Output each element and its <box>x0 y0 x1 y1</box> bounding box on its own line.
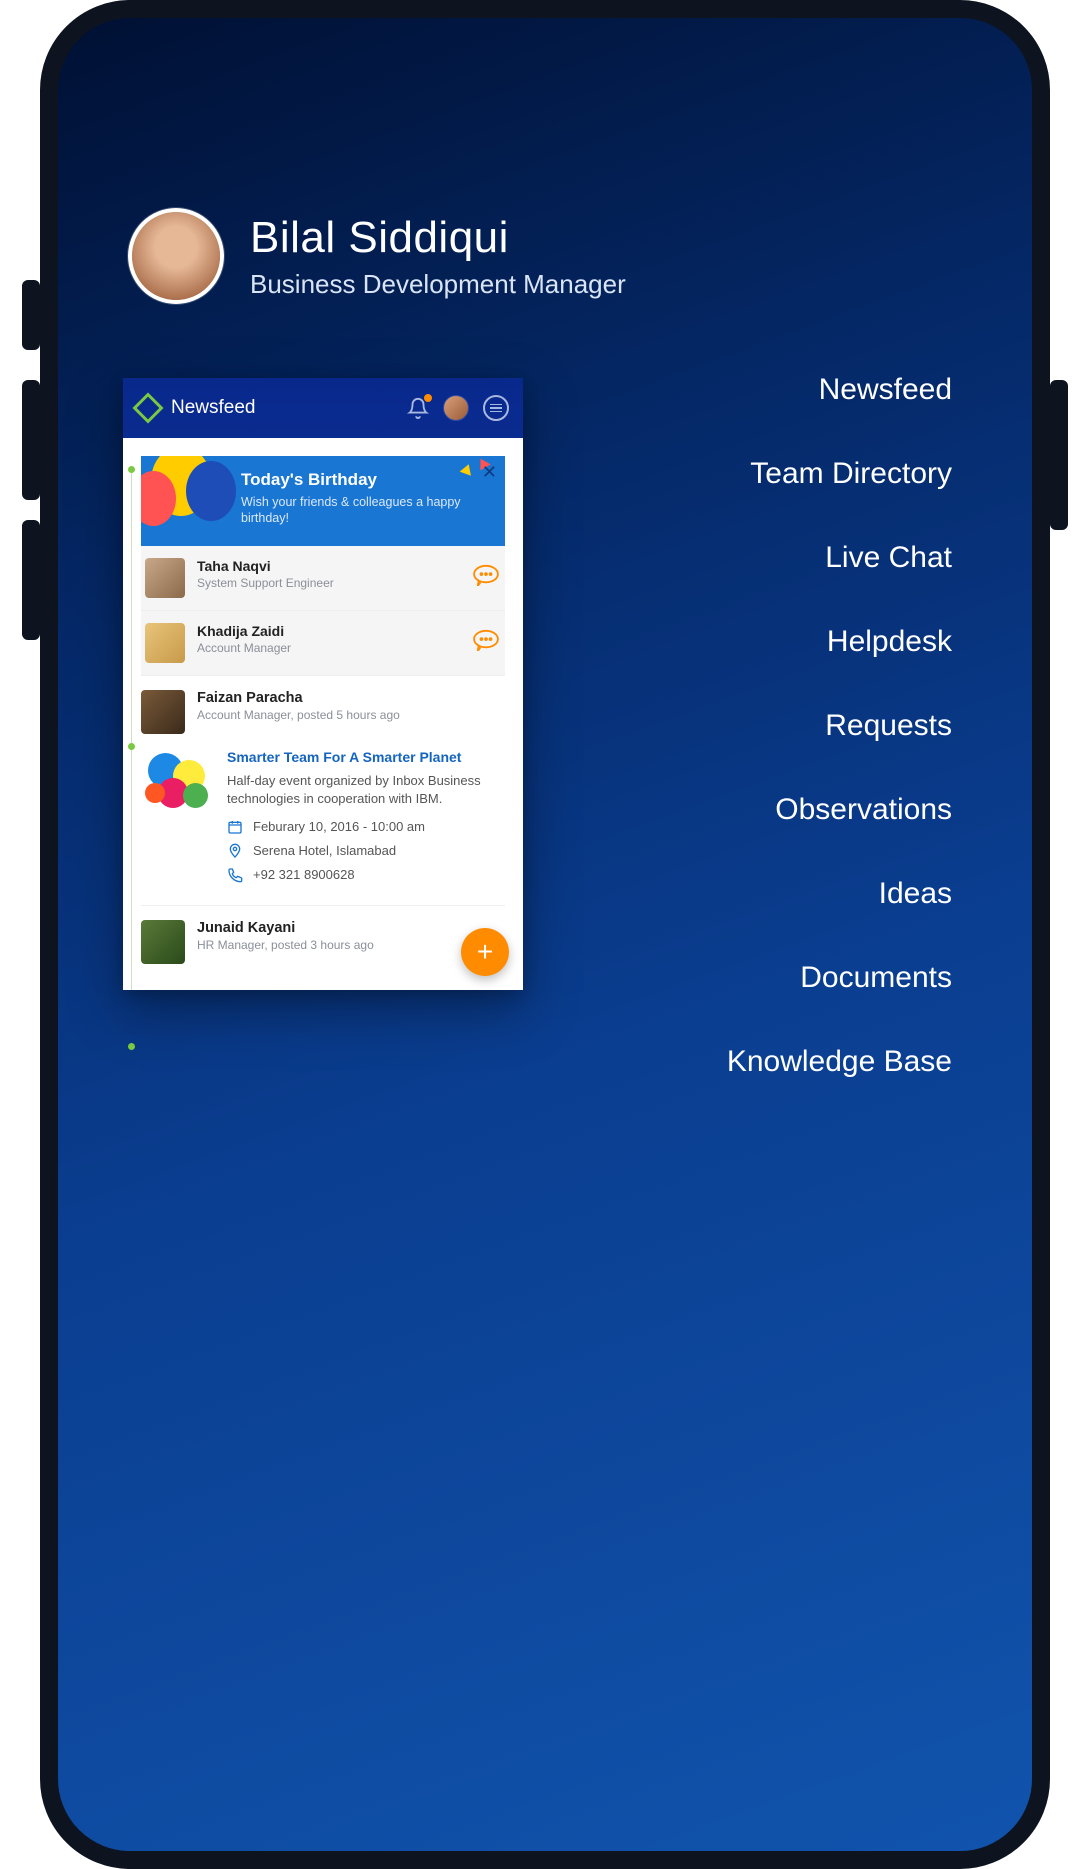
post-author-name: Junaid Kayani <box>197 920 374 936</box>
post-meta: HR Manager, posted 3 hours ago <box>197 938 374 952</box>
menu-item-observations[interactable]: Observations <box>727 793 952 827</box>
birthday-subtitle: Wish your friends & colleagues a happy b… <box>241 494 489 527</box>
menu-item-documents[interactable]: Documents <box>727 961 952 995</box>
profile-role: Business Development Manager <box>250 269 626 300</box>
hamburger-icon[interactable] <box>483 395 509 421</box>
post-location: Serena Hotel, Islamabad <box>253 843 396 858</box>
newsfeed-header: Newsfeed <box>123 378 523 438</box>
newsfeed-panel: Newsfeed ✕ Today's Birthday <box>123 378 523 990</box>
post-author-name: Faizan Paracha <box>197 690 400 706</box>
birthday-person[interactable]: Khadija Zaidi Account Manager <box>141 611 505 675</box>
person-name: Khadija Zaidi <box>197 623 459 639</box>
profile-avatar[interactable] <box>128 208 224 304</box>
menu-item-ideas[interactable]: Ideas <box>727 877 952 911</box>
main-menu: Newsfeed Team Directory Live Chat Helpde… <box>727 373 952 1129</box>
post-phone: +92 321 8900628 <box>253 867 355 882</box>
post-date-row: Feburary 10, 2016 - 10:00 am <box>227 819 501 835</box>
volume-button[interactable] <box>22 280 40 350</box>
post-date: Feburary 10, 2016 - 10:00 am <box>253 819 425 834</box>
post-description: Half-day event organized by Inbox Busine… <box>227 772 501 808</box>
notification-badge <box>423 393 433 403</box>
chat-icon[interactable] <box>471 629 501 651</box>
app-logo-icon <box>132 392 163 423</box>
birthday-banner: ✕ Today's Birthday Wish your friends & c… <box>141 456 505 546</box>
person-avatar <box>145 558 185 598</box>
profile-name: Bilal Siddiqui <box>250 213 626 263</box>
person-role: Account Manager <box>197 641 459 655</box>
phone-screen: Bilal Siddiqui Business Development Mana… <box>40 0 1050 1869</box>
post-phone-row: +92 321 8900628 <box>227 867 501 883</box>
close-icon[interactable]: ✕ <box>482 462 497 483</box>
post-thumbnail <box>143 748 213 818</box>
timeline-line <box>131 468 132 990</box>
volume-up-button[interactable] <box>22 380 40 500</box>
person-avatar <box>145 623 185 663</box>
chat-icon[interactable] <box>471 564 501 586</box>
calendar-icon <box>227 819 243 835</box>
power-button[interactable] <box>1050 380 1068 530</box>
balloons-icon <box>141 456 251 546</box>
person-role: System Support Engineer <box>197 576 459 590</box>
timeline-dot <box>128 466 135 473</box>
add-post-button[interactable]: + <box>461 928 509 976</box>
birthday-person[interactable]: Taha Naqvi System Support Engineer <box>141 546 505 611</box>
birthday-people: Taha Naqvi System Support Engineer Khadi… <box>141 546 505 675</box>
timeline-dot <box>128 1043 135 1050</box>
profile-header[interactable]: Bilal Siddiqui Business Development Mana… <box>128 208 626 304</box>
person-name: Taha Naqvi <box>197 558 459 574</box>
post-author-avatar <box>141 690 185 734</box>
header-avatar[interactable] <box>443 395 469 421</box>
menu-item-live-chat[interactable]: Live Chat <box>727 541 952 575</box>
post-location-row: Serena Hotel, Islamabad <box>227 843 501 859</box>
post-title: Smarter Team For A Smarter Planet <box>227 748 501 766</box>
phone-icon <box>227 867 243 883</box>
post-author-avatar <box>141 920 185 964</box>
newsfeed-body: ✕ Today's Birthday Wish your friends & c… <box>123 438 523 990</box>
post-meta: Account Manager, posted 5 hours ago <box>197 708 400 722</box>
birthday-title: Today's Birthday <box>241 470 489 490</box>
feed-post[interactable]: Junaid Kayani HR Manager, posted 3 hours… <box>141 905 505 984</box>
plus-icon: + <box>477 936 493 968</box>
timeline-dot <box>128 743 135 750</box>
notifications-icon[interactable] <box>407 397 429 419</box>
volume-down-button[interactable] <box>22 520 40 640</box>
feed-post[interactable]: Faizan Paracha Account Manager, posted 5… <box>141 675 505 905</box>
menu-item-helpdesk[interactable]: Helpdesk <box>727 625 952 659</box>
menu-item-knowledge-base[interactable]: Knowledge Base <box>727 1045 952 1079</box>
menu-item-team-directory[interactable]: Team Directory <box>727 457 952 491</box>
newsfeed-title: Newsfeed <box>171 397 407 419</box>
menu-item-newsfeed[interactable]: Newsfeed <box>727 373 952 407</box>
menu-item-requests[interactable]: Requests <box>727 709 952 743</box>
location-icon <box>227 843 243 859</box>
